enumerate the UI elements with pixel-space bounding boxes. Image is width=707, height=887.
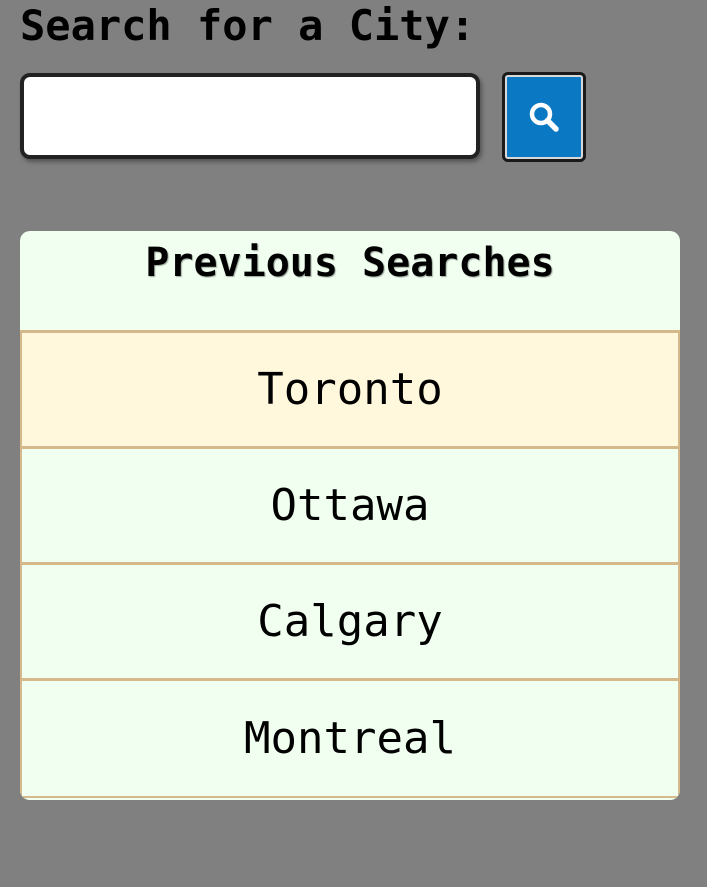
search-button[interactable] <box>502 72 586 162</box>
city-search-input[interactable] <box>20 73 480 159</box>
previous-searches-list: Toronto Ottawa Calgary Montreal <box>20 333 680 798</box>
previous-searches-title: Previous Searches <box>20 231 680 333</box>
previous-searches-panel: Previous Searches Toronto Ottawa Calgary… <box>20 231 680 800</box>
history-item-montreal[interactable]: Montreal <box>20 681 680 798</box>
history-item-ottawa[interactable]: Ottawa <box>20 449 680 565</box>
search-heading: Search for a City: <box>20 1 476 50</box>
history-item-calgary[interactable]: Calgary <box>20 565 680 681</box>
history-item-toronto[interactable]: Toronto <box>20 333 680 449</box>
search-icon <box>527 100 561 134</box>
